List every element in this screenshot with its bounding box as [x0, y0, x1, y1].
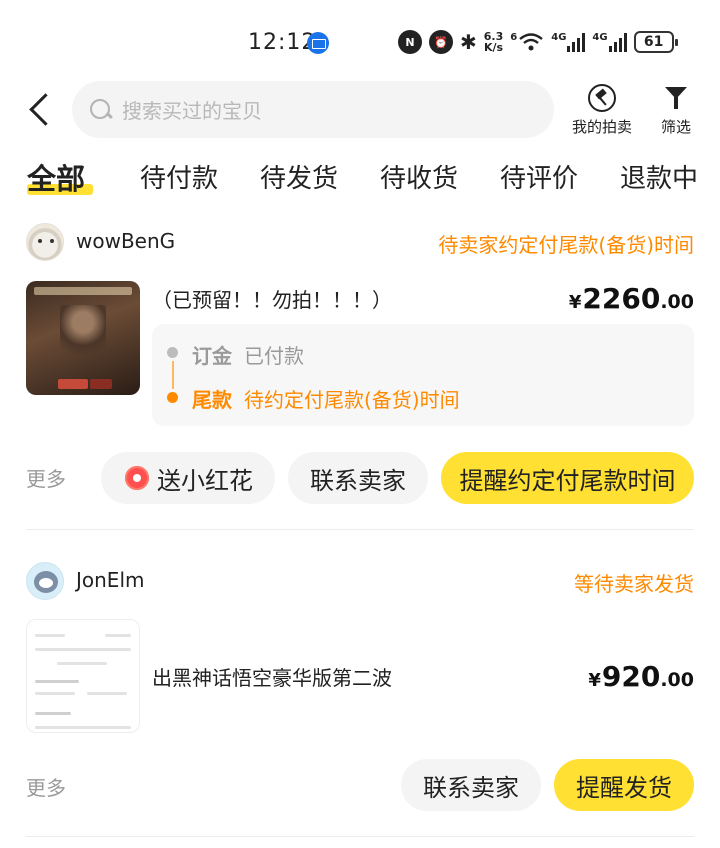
product-price: ¥ 920 .00	[588, 660, 694, 693]
status-icons: N ⏰ ✱ 6.3 K/s 6 4G 4G 61	[398, 28, 678, 56]
sim1-network-type: 4G	[551, 32, 567, 43]
order-divider	[26, 529, 694, 530]
tab-pending-shipment[interactable]: 待发货	[260, 158, 338, 195]
balance-label: 尾款	[192, 388, 232, 412]
progress-connector	[172, 361, 174, 389]
filter-button[interactable]: 筛选	[661, 84, 691, 137]
balance-row: 尾款 待约定付尾款(备货)时间	[192, 384, 460, 413]
auction-hammer-icon	[588, 84, 616, 112]
order-tabs: 全部 待付款 待发货 待收货 待评价 退款中	[0, 158, 720, 202]
contact-seller-button[interactable]: 联系卖家	[288, 452, 428, 504]
wifi-generation: 6	[510, 32, 518, 43]
search-icon	[88, 97, 114, 123]
price-integer: 2260	[582, 282, 661, 315]
network-speed-unit: K/s	[483, 41, 504, 54]
deposit-row: 订金 已付款	[192, 340, 304, 369]
send-flower-label: 送小红花	[157, 466, 253, 495]
battery-indicator: 61	[633, 31, 678, 53]
remind-shipment-button[interactable]: 提醒发货	[554, 759, 694, 811]
more-button[interactable]: 更多	[26, 772, 66, 801]
signal-sim2-icon: 4G	[592, 32, 627, 52]
price-integer: 920	[601, 660, 661, 693]
product-title[interactable]: 出黑神话悟空豪华版第二波	[152, 662, 392, 691]
product-thumbnail[interactable]	[26, 619, 140, 733]
deposit-label: 订金	[192, 344, 232, 368]
bluetooth-icon: ✱	[460, 30, 477, 54]
tab-pending-payment[interactable]: 待付款	[140, 158, 218, 195]
tab-pending-review[interactable]: 待评价	[500, 158, 578, 195]
seller-avatar[interactable]	[26, 562, 64, 600]
my-auction-button[interactable]: 我的拍卖	[572, 84, 632, 137]
tab-refunding[interactable]: 退款中	[620, 158, 698, 195]
balance-dot-icon	[167, 392, 178, 403]
wifi-icon: 6	[510, 32, 544, 52]
sim2-network-type: 4G	[592, 32, 608, 43]
seller-name[interactable]: wowBenG	[76, 229, 175, 253]
signal-sim1-icon: 4G	[551, 32, 586, 52]
filter-funnel-icon	[662, 84, 690, 112]
back-chevron-icon[interactable]	[22, 88, 62, 132]
seller-avatar[interactable]	[26, 223, 64, 261]
payment-progress: 订金 已付款 尾款 待约定付尾款(备货)时间	[152, 324, 694, 426]
product-thumbnail[interactable]	[26, 281, 140, 395]
balance-state: 待约定付尾款(备货)时间	[244, 388, 460, 412]
send-flower-button[interactable]: 送小红花	[101, 452, 275, 504]
price-currency: ¥	[568, 292, 582, 313]
product-title[interactable]: （已预留！！勿拍！！！）	[152, 284, 392, 313]
price-decimal: .00	[660, 669, 694, 691]
tab-pending-receipt[interactable]: 待收货	[380, 158, 458, 195]
seller-name[interactable]: JonElm	[76, 568, 145, 592]
more-button[interactable]: 更多	[26, 463, 66, 492]
deposit-dot-icon	[167, 347, 178, 358]
order-status: 待卖家约定付尾款(备货)时间	[438, 233, 694, 257]
contact-seller-button[interactable]: 联系卖家	[401, 759, 541, 811]
price-currency: ¥	[588, 670, 601, 691]
deposit-state: 已付款	[244, 344, 304, 368]
tab-all[interactable]: 全部	[27, 156, 85, 198]
remind-balance-time-button[interactable]: 提醒约定付尾款时间	[441, 452, 694, 504]
product-price: ¥ 2260 .00	[569, 282, 694, 315]
filter-label: 筛选	[661, 118, 692, 136]
order-status: 等待卖家发货	[574, 572, 694, 596]
mail-notification-icon	[307, 32, 329, 54]
search-placeholder: 搜索买过的宝贝	[122, 99, 262, 123]
order-divider	[26, 836, 694, 837]
red-flower-icon	[123, 464, 151, 492]
search-input[interactable]: 搜索买过的宝贝	[72, 81, 554, 138]
alarm-icon: ⏰	[429, 30, 453, 54]
nfc-icon: N	[398, 30, 422, 54]
my-auction-label: 我的拍卖	[572, 118, 633, 136]
network-speed: 6.3 K/s	[484, 31, 504, 53]
status-bar: 12:12 N ⏰ ✱ 6.3 K/s 6 4G 4G 61	[0, 0, 720, 80]
price-decimal: .00	[660, 291, 694, 313]
